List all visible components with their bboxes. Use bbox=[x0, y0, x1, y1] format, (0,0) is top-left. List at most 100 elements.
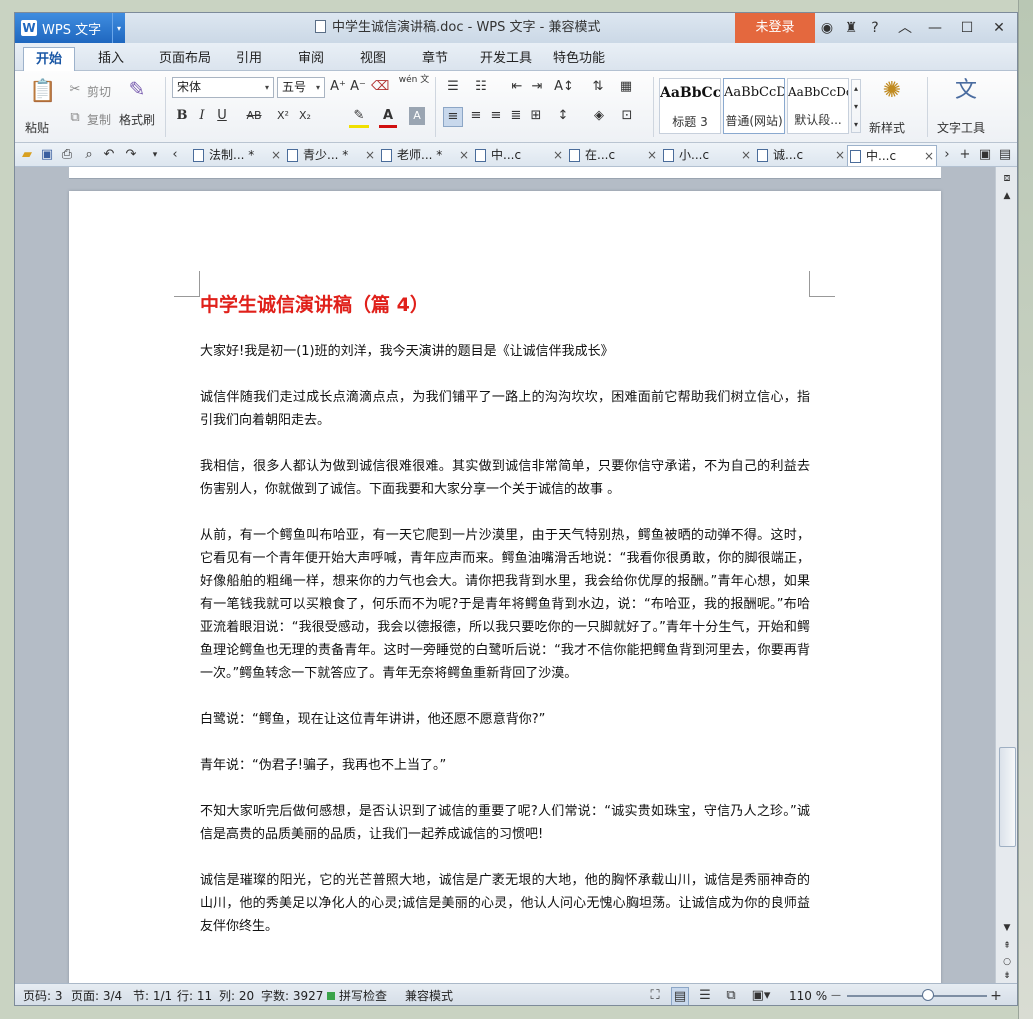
subscript-button[interactable]: X₂ bbox=[295, 107, 315, 125]
font-color-button[interactable]: A bbox=[379, 107, 397, 128]
format-painter-icon[interactable]: ✎ bbox=[125, 77, 149, 101]
open-folder-icon[interactable]: ▰ bbox=[19, 146, 35, 164]
page-view-icon[interactable]: ▤ bbox=[671, 987, 689, 1005]
split-view-icon[interactable]: ⧈ bbox=[999, 169, 1015, 187]
save-icon[interactable]: ▣ bbox=[39, 146, 55, 164]
outline-view-icon[interactable]: ☰ bbox=[697, 987, 713, 1005]
scroll-up-icon[interactable]: ▲ bbox=[999, 187, 1015, 205]
undo-icon[interactable]: ↶ bbox=[101, 146, 117, 164]
grow-font-icon[interactable]: A⁺ bbox=[329, 78, 347, 96]
tab-view[interactable]: 视图 bbox=[351, 47, 395, 71]
shrink-font-icon[interactable]: A⁻ bbox=[349, 78, 367, 96]
chevron-down-icon[interactable]: ▾ bbox=[112, 13, 125, 43]
sort-icon[interactable]: ⇅ bbox=[589, 78, 607, 96]
redo-icon[interactable]: ↷ bbox=[123, 146, 139, 164]
italic-button[interactable]: I bbox=[194, 107, 210, 125]
scissors-icon[interactable]: ✂ bbox=[67, 81, 83, 99]
status-word-count[interactable]: 字数: 3927 bbox=[261, 984, 323, 1005]
zoom-out-button[interactable]: — bbox=[829, 987, 843, 1005]
zoom-slider[interactable] bbox=[847, 995, 987, 997]
document-workspace[interactable]: 中学生诚信演讲稿（篇 4） 大家好!我是初一(1)班的刘洋，我今天演讲的题目是《… bbox=[15, 167, 995, 983]
tab-developer[interactable]: 开发工具 bbox=[471, 47, 541, 71]
font-size-combo[interactable]: 五号 ▾ bbox=[277, 77, 325, 98]
paragraph[interactable]: 诚信是璀璨的阳光，它的光芒普照大地，诚信是广袤无垠的大地，他的胸怀承载山川，诚信… bbox=[200, 869, 810, 938]
copy-button[interactable]: 复制 bbox=[87, 111, 111, 128]
distribute-icon[interactable]: ⊞ bbox=[527, 107, 545, 125]
document-heading[interactable]: 中学生诚信演讲稿（篇 4） bbox=[200, 291, 810, 319]
bold-button[interactable]: B bbox=[174, 107, 190, 125]
cut-button[interactable]: 剪切 bbox=[87, 83, 111, 100]
clear-format-icon[interactable]: ⌫ bbox=[371, 78, 389, 96]
copy-icon[interactable]: ⧉ bbox=[67, 109, 83, 127]
print-icon[interactable]: ⎙ bbox=[59, 146, 75, 164]
print-preview-icon[interactable]: ⌕ bbox=[81, 146, 97, 164]
scroll-down-icon[interactable]: ▼ bbox=[999, 919, 1015, 937]
text-tools-button[interactable]: 文字工具 bbox=[937, 119, 985, 136]
tabs-left-icon[interactable]: ‹ bbox=[169, 146, 181, 164]
spellcheck-toggle[interactable]: 拼写检查 bbox=[339, 984, 387, 1005]
number-list-icon[interactable]: ☷ bbox=[470, 78, 492, 96]
superscript-button[interactable]: X² bbox=[273, 107, 293, 125]
new-style-icon[interactable]: ✺ bbox=[877, 77, 907, 105]
skin-icon[interactable]: ◉ bbox=[817, 13, 837, 43]
increase-indent-icon[interactable]: ⇥ bbox=[528, 78, 546, 96]
doc-tab[interactable]: 法制... * × bbox=[191, 145, 283, 166]
tab-start[interactable]: 开始 bbox=[23, 47, 75, 71]
document-content[interactable]: 中学生诚信演讲稿（篇 4） 大家好!我是初一(1)班的刘洋，我今天演讲的题目是《… bbox=[200, 291, 810, 961]
style-default-paragraph[interactable]: AaBbCcDc 默认段... bbox=[787, 78, 849, 134]
new-tab-icon[interactable]: + bbox=[957, 146, 973, 164]
border-icon[interactable]: ⊡ bbox=[617, 107, 637, 125]
tab-insert[interactable]: 插入 bbox=[87, 47, 135, 71]
font-name-combo[interactable]: 宋体 ▾ bbox=[172, 77, 274, 98]
line-spacing-icon[interactable]: ↕ bbox=[553, 107, 573, 125]
justify-icon[interactable]: ≣ bbox=[507, 107, 525, 125]
align-right-icon[interactable]: ≡ bbox=[487, 107, 505, 125]
char-shading-icon[interactable]: A bbox=[409, 107, 425, 125]
tab-close-all-icon[interactable]: ▤ bbox=[997, 146, 1013, 164]
close-icon[interactable]: ✕ bbox=[989, 13, 1009, 43]
fullscreen-icon[interactable]: ⛶ bbox=[647, 987, 663, 1005]
paste-icon[interactable]: 📋 bbox=[29, 79, 56, 105]
close-tab-icon[interactable]: × bbox=[459, 145, 469, 166]
tab-section[interactable]: 章节 bbox=[413, 47, 457, 71]
zoom-in-button[interactable]: + bbox=[989, 987, 1003, 1005]
shirt-icon[interactable]: ♜ bbox=[841, 13, 861, 43]
align-center-icon[interactable]: ≡ bbox=[467, 107, 485, 125]
new-style-button[interactable]: 新样式 bbox=[869, 119, 905, 136]
align-left-icon[interactable]: ≡ bbox=[443, 107, 463, 127]
doc-tab[interactable]: 中...c × bbox=[473, 145, 565, 166]
tab-page-layout[interactable]: 页面布局 bbox=[145, 47, 225, 71]
minimize-icon[interactable]: — bbox=[925, 13, 945, 43]
close-tab-icon[interactable]: × bbox=[553, 145, 563, 166]
doc-tab[interactable]: 老师... * × bbox=[379, 145, 471, 166]
style-heading3[interactable]: AaBbCcI 标题 3 bbox=[659, 78, 721, 134]
web-view-icon[interactable]: ⧉ bbox=[723, 987, 739, 1005]
table-icon[interactable]: ▦ bbox=[617, 78, 635, 96]
zoom-slider-knob[interactable] bbox=[922, 989, 935, 1001]
tabs-right-icon[interactable]: › bbox=[941, 146, 953, 164]
doc-tab[interactable]: 诚...c × bbox=[755, 145, 847, 166]
quick-access-dropdown-icon[interactable]: ▾ bbox=[149, 146, 161, 164]
text-direction-icon[interactable]: A↕ bbox=[553, 78, 575, 96]
paragraph[interactable]: 白鹭说：“鳄鱼，现在让这位青年讲讲，他还愿不愿意背你?” bbox=[200, 708, 810, 731]
collapse-icon[interactable]: ︿ bbox=[895, 13, 915, 43]
zoom-level[interactable]: 110 % bbox=[789, 984, 827, 1005]
decrease-indent-icon[interactable]: ⇤ bbox=[508, 78, 526, 96]
tab-list-icon[interactable]: ▣ bbox=[977, 146, 993, 164]
highlight-icon[interactable]: ✎ bbox=[349, 107, 369, 128]
close-tab-icon[interactable]: × bbox=[741, 145, 751, 166]
document-page[interactable]: 中学生诚信演讲稿（篇 4） 大家好!我是初一(1)班的刘洋，我今天演讲的题目是《… bbox=[69, 191, 941, 983]
vertical-scrollbar[interactable]: ⧈ ▲ ▼ ⇞ ○ ⇟ bbox=[995, 167, 1017, 983]
paste-button[interactable]: 粘贴 bbox=[25, 119, 49, 136]
format-painter-button[interactable]: 格式刷 bbox=[119, 111, 155, 128]
doc-tab[interactable]: 在...c × bbox=[567, 145, 659, 166]
strikethrough-button[interactable]: AB bbox=[243, 107, 265, 125]
scrollbar-thumb[interactable] bbox=[999, 747, 1016, 847]
paragraph[interactable]: 不知大家听完后做何感想，是否认识到了诚信的重要了呢?人们常说：“诚实贵如珠宝，守… bbox=[200, 800, 810, 846]
bullet-list-icon[interactable]: ☰ bbox=[442, 78, 464, 96]
doc-tab[interactable]: 青少... * × bbox=[285, 145, 377, 166]
doc-tab-active[interactable]: 中...c × bbox=[847, 145, 937, 166]
paragraph[interactable]: 青年说：“伪君子!骗子，我再也不上当了。” bbox=[200, 754, 810, 777]
paragraph[interactable]: 我相信，很多人都认为做到诚信很难很难。其实做到诚信非常简单，只要你信守承诺，不为… bbox=[200, 455, 810, 501]
tab-review[interactable]: 审阅 bbox=[289, 47, 333, 71]
